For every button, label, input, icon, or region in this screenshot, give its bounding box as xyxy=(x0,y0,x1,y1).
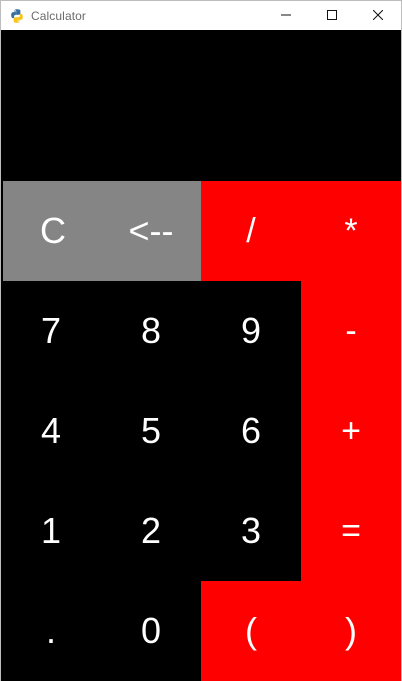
maximize-button[interactable] xyxy=(309,1,355,31)
minimize-button[interactable] xyxy=(263,1,309,31)
plus-button[interactable]: + xyxy=(301,381,401,481)
close-paren-button[interactable]: ) xyxy=(301,581,401,681)
digit-7-button[interactable]: 7 xyxy=(1,281,101,381)
digit-2-button[interactable]: 2 xyxy=(101,481,201,581)
digit-3-button[interactable]: 3 xyxy=(201,481,301,581)
decimal-button[interactable]: . xyxy=(1,581,101,681)
title-bar[interactable]: Calculator xyxy=(1,0,401,30)
digit-9-button[interactable]: 9 xyxy=(201,281,301,381)
clear-button[interactable]: C xyxy=(3,181,103,281)
digit-0-button[interactable]: 0 xyxy=(101,581,201,681)
multiply-button[interactable]: * xyxy=(301,181,401,281)
calculator-window: Calculator C <-- / * 7 8 9 - 4 5 6 + 1 2… xyxy=(0,0,402,681)
minus-button[interactable]: - xyxy=(301,281,401,381)
digit-8-button[interactable]: 8 xyxy=(101,281,201,381)
backspace-button[interactable]: <-- xyxy=(101,181,201,281)
window-title: Calculator xyxy=(31,8,87,23)
digit-5-button[interactable]: 5 xyxy=(101,381,201,481)
divide-button[interactable]: / xyxy=(201,181,301,281)
minimize-icon xyxy=(281,7,291,25)
close-button[interactable] xyxy=(355,1,401,31)
open-paren-button[interactable]: ( xyxy=(201,581,301,681)
window-controls xyxy=(263,1,401,31)
close-icon xyxy=(372,7,384,25)
equals-button[interactable]: = xyxy=(301,481,401,581)
calculator-display xyxy=(1,30,401,181)
python-icon xyxy=(9,8,25,24)
keypad: C <-- / * 7 8 9 - 4 5 6 + 1 2 3 = . 0 ( … xyxy=(1,181,401,681)
maximize-icon xyxy=(327,7,337,25)
digit-4-button[interactable]: 4 xyxy=(1,381,101,481)
digit-1-button[interactable]: 1 xyxy=(1,481,101,581)
digit-6-button[interactable]: 6 xyxy=(201,381,301,481)
